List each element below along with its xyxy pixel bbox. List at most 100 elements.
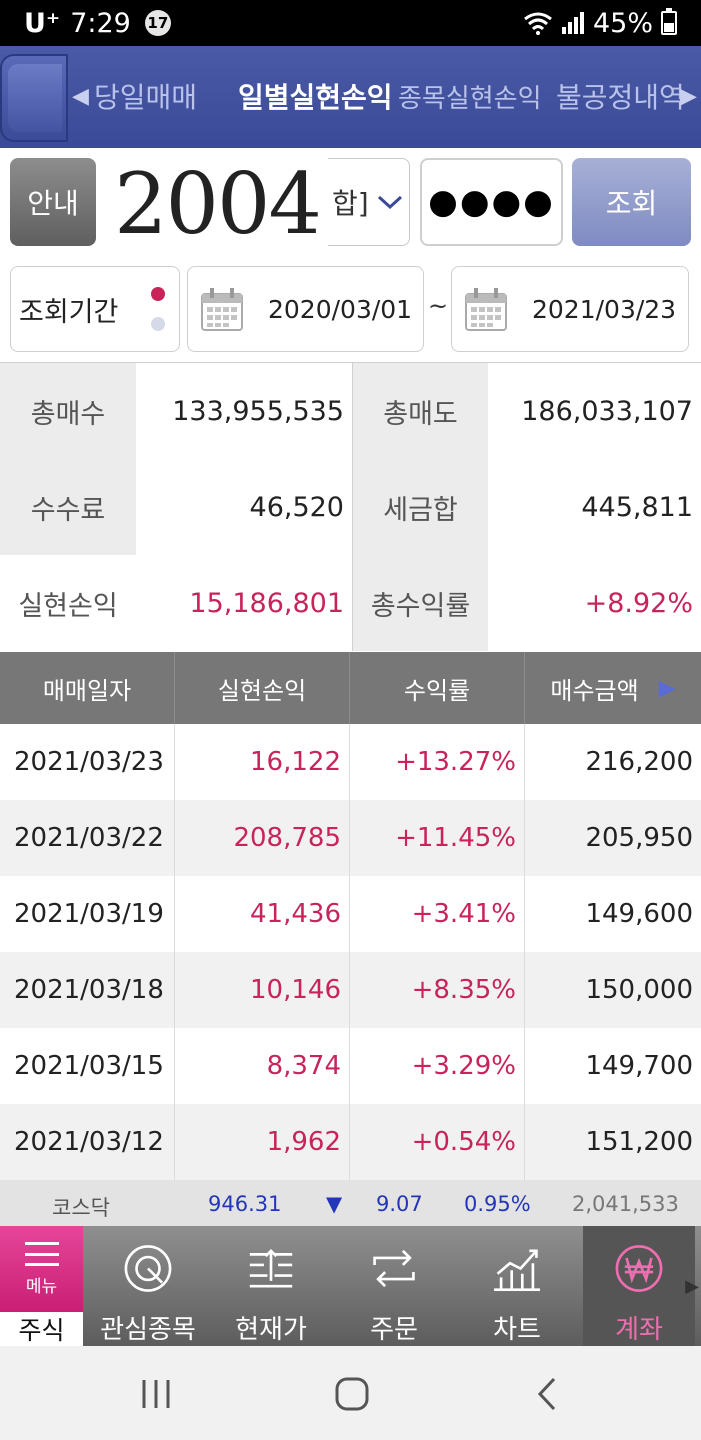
cell-buy: 149,600	[585, 899, 693, 929]
column-header-buy-label: 매수금액	[550, 676, 639, 705]
chart-icon	[494, 1249, 540, 1292]
password-field[interactable]: ●●●●	[420, 158, 563, 246]
cell-buy: 216,200	[585, 747, 693, 777]
tab-daily-realized[interactable]: 일별실현손익	[238, 76, 393, 116]
price-icon	[249, 1248, 293, 1288]
period-indicator-active	[151, 287, 165, 301]
query-button[interactable]: 조회	[572, 158, 691, 246]
table-header: 매매일자 실현손익 수익률 매수금액 ▶	[0, 652, 701, 724]
column-header-date[interactable]: 매매일자	[0, 652, 175, 724]
cell-rate: +13.27%	[350, 724, 525, 800]
cell-profit: 16,122	[175, 724, 350, 800]
date-range-separator: ~	[428, 292, 449, 320]
status-bar: U⁺ 7:29 17 45%	[0, 0, 701, 46]
down-arrow-icon: ▼	[326, 1192, 343, 1216]
table-row[interactable]: 2021/03/12 1,962 +0.54% 151,200	[0, 1104, 701, 1180]
total-sell-label: 총매도	[352, 363, 488, 459]
nav-order[interactable]: 주문	[334, 1226, 454, 1346]
carrier-label: U⁺	[24, 7, 61, 39]
chevron-down-icon	[377, 195, 402, 210]
fee-value: 46,520	[136, 459, 352, 555]
wifi-icon	[524, 12, 552, 35]
cell-buy: 149,700	[585, 1051, 693, 1081]
index-name: 코스닥	[52, 1196, 110, 1220]
index-change-pct: 0.95%	[464, 1192, 531, 1216]
battery-percent: 45%	[592, 7, 653, 39]
menu-label: 메뉴	[25, 1276, 58, 1297]
table-row[interactable]: 2021/03/19 41,436 +3.41% 149,600	[0, 876, 701, 952]
total-sell-value: 186,033,107	[488, 363, 701, 459]
tab-scroll-left-icon[interactable]: ◀	[72, 84, 89, 109]
column-header-rate[interactable]: 수익률	[350, 652, 525, 724]
back-button[interactable]	[0, 54, 68, 142]
tab-scroll-right-icon[interactable]: ▶	[680, 84, 697, 109]
cell-rate: +8.35%	[350, 952, 525, 1028]
guide-button[interactable]: 안내	[10, 158, 96, 246]
nav-account[interactable]: 계좌	[583, 1226, 695, 1346]
nav-label: 계좌	[615, 1315, 663, 1345]
cell-profit: 8,374	[175, 1028, 350, 1104]
cell-date: 2021/03/12	[0, 1104, 175, 1180]
tab-stock-realized[interactable]: 종목실현손익	[398, 78, 542, 115]
index-volume: 2,041,533	[572, 1192, 679, 1216]
cell-rate: +0.54%	[350, 1104, 525, 1180]
total-return-value: +8.92%	[488, 555, 701, 651]
end-date-field[interactable]: 2021/03/23	[451, 266, 689, 352]
home-icon[interactable]	[332, 1374, 372, 1414]
period-indicator-inactive	[151, 317, 165, 331]
start-date-field[interactable]: 2020/03/01	[187, 266, 424, 352]
calendar-icon	[201, 288, 243, 331]
column-header-profit[interactable]: 실현손익	[175, 652, 350, 724]
column-header-buy[interactable]: 매수금액 ▶	[525, 652, 701, 724]
nav-label: 현재가	[235, 1315, 307, 1345]
menu-button[interactable]: 메뉴	[0, 1226, 83, 1312]
index-value: 946.31	[208, 1192, 282, 1216]
realized-profit-label: 실현손익	[0, 555, 136, 651]
nav-more-icon[interactable]: ▶	[685, 1276, 699, 1297]
nav-label: 관심종목	[100, 1315, 196, 1345]
index-change: 9.07	[376, 1192, 423, 1216]
nav-current-price[interactable]: 현재가	[211, 1226, 331, 1346]
table-row[interactable]: 2021/03/18 10,146 +8.35% 150,000	[0, 952, 701, 1028]
battery-icon	[661, 8, 677, 35]
cell-date: 2021/03/22	[0, 800, 175, 876]
stock-category-tab[interactable]: 주식	[0, 1312, 83, 1346]
scroll-right-icon[interactable]: ▶	[659, 676, 676, 701]
cell-profit: 41,436	[175, 876, 350, 952]
hamburger-icon	[24, 1241, 59, 1266]
table-row[interactable]: 2021/03/23 16,122 +13.27% 216,200	[0, 724, 701, 800]
tax-value: 445,811	[488, 459, 701, 555]
cell-buy: 205,950	[585, 823, 693, 853]
back-icon[interactable]	[528, 1374, 568, 1414]
tab-unfair-history[interactable]: 불공정내역	[556, 76, 685, 116]
total-buy-value: 133,955,535	[136, 363, 352, 459]
table-row[interactable]: 2021/03/15 8,374 +3.29% 149,700	[0, 1028, 701, 1104]
period-selector[interactable]: 조회기간	[10, 266, 180, 352]
system-navigation	[0, 1346, 701, 1440]
total-return-label: 총수익률	[352, 555, 488, 651]
tab-bar: ◀ 당일매매 일별실현손익 종목실현손익 불공정내역 ▶	[0, 46, 701, 148]
account-select[interactable]: 합]	[328, 158, 410, 246]
cell-profit: 10,146	[175, 952, 350, 1028]
nav-label: 주문	[370, 1315, 418, 1345]
cell-profit: 208,785	[175, 800, 350, 876]
cell-rate: +3.29%	[350, 1028, 525, 1104]
cell-buy: 151,200	[585, 1127, 693, 1157]
notification-badge: 17	[144, 10, 171, 36]
signal-icon	[561, 12, 584, 34]
realized-profit-value: 15,186,801	[136, 555, 352, 651]
cell-profit: 1,962	[175, 1104, 350, 1180]
index-ticker[interactable]: 코스닥 946.31 ▼ 9.07 0.95% 2,041,533	[0, 1180, 701, 1226]
tab-daily-trade[interactable]: 당일매매	[94, 76, 197, 116]
won-icon	[615, 1245, 663, 1292]
nav-chart[interactable]: 차트	[457, 1226, 577, 1346]
table-row[interactable]: 2021/03/22 208,785 +11.45% 205,950	[0, 800, 701, 876]
recent-apps-icon[interactable]	[136, 1374, 176, 1414]
cell-rate: +11.45%	[350, 800, 525, 876]
target-icon	[124, 1245, 172, 1292]
summary-panel: 총매수 133,955,535 총매도 186,033,107 수수료 46,5…	[0, 362, 701, 652]
fee-label: 수수료	[0, 459, 136, 555]
nav-watchlist[interactable]: 관심종목	[88, 1226, 208, 1346]
cell-rate: +3.41%	[350, 876, 525, 952]
calendar-icon	[465, 288, 507, 331]
